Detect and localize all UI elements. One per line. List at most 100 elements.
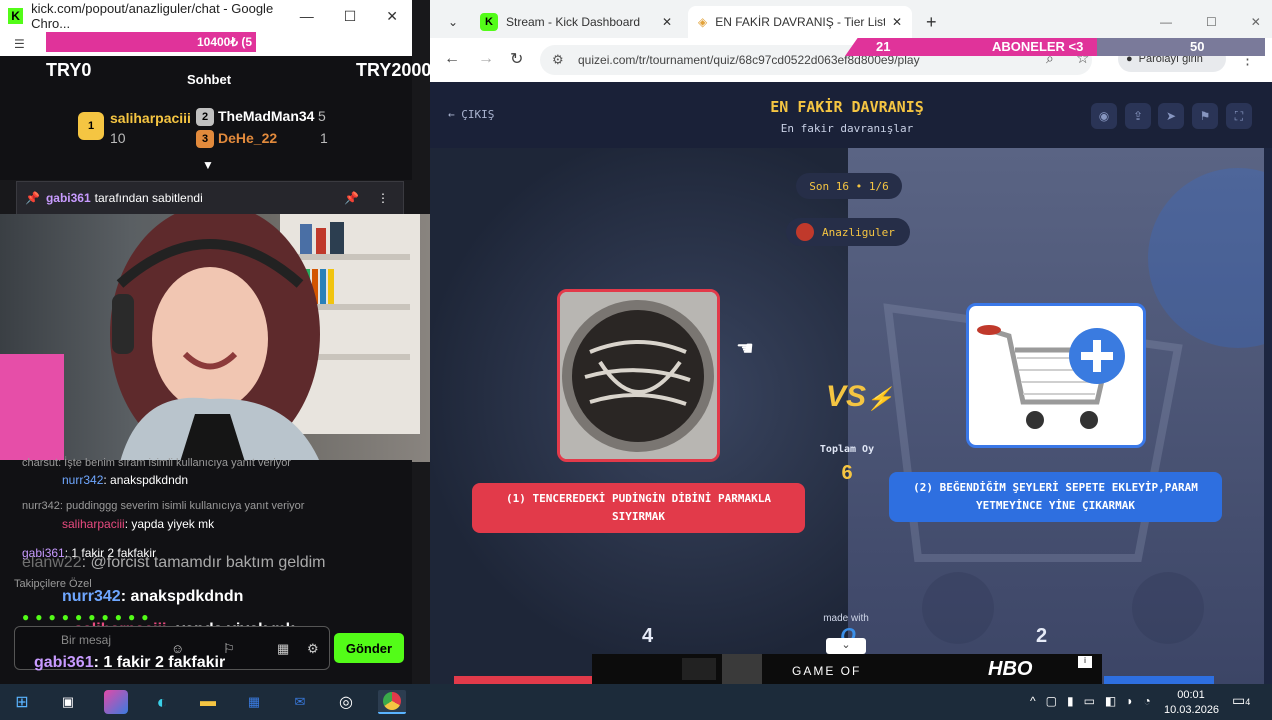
maximize-button[interactable]: ☐ (1206, 15, 1217, 29)
back-arrow-icon[interactable]: ← (444, 50, 460, 68)
window-controls: — ☐ ✕ (1150, 6, 1270, 38)
creator-name: Anazliguler (822, 225, 895, 239)
tab-close-icon[interactable]: ✕ (662, 15, 682, 29)
donation-progress-text: 10400₺ (5 (196, 35, 252, 49)
chat-text: : 1 fakir 2 fakfakir (93, 654, 226, 671)
system-clock[interactable]: 00:01 10.03.2026 (1164, 688, 1220, 718)
start-windows-icon[interactable]: ⊞ (10, 690, 34, 714)
leader-name[interactable]: TheMadMan34 (218, 108, 314, 124)
browser-tab-bar: ⌄ K Stream - Kick Dashboard ✕ ◈ EN FAKİR… (430, 0, 1272, 38)
chat-username: nurr342 (62, 588, 121, 605)
rank-badge-icon: 1 (78, 112, 104, 140)
leader-count: 10 (110, 130, 126, 146)
chrome-icon[interactable] (378, 690, 406, 714)
ad-info-icon[interactable]: i (1078, 656, 1092, 668)
creator-chip[interactable]: Anazliguler (786, 218, 910, 246)
outlook-icon[interactable]: ✉ (288, 690, 312, 714)
leader-count: 1 (320, 130, 328, 146)
option1-vote-bar (454, 676, 592, 684)
made-with-label: made with (823, 613, 869, 624)
hbo-logo: HBO (988, 658, 1033, 680)
site-settings-icon[interactable]: ☰ (14, 37, 25, 51)
vs-label: VS (826, 380, 867, 413)
chat-username[interactable]: nurr342 (62, 473, 103, 487)
fullscreen-icon[interactable]: ⛶ (1226, 103, 1252, 129)
task-view-icon[interactable]: ▣ (56, 690, 80, 714)
overlay-chat-message: gabi361: 1 fakir 2 fakfakir (34, 654, 225, 672)
rank-badge-icon: 3 (196, 130, 214, 148)
option2-vote-bar (1104, 676, 1214, 684)
close-button[interactable]: ✕ (1251, 15, 1261, 29)
option2-button[interactable]: (2) BEĞENDİĞİM ŞEYLERİ SEPETE EKLEYİP,PA… (889, 472, 1222, 522)
overlay-chat-message: nurr342: anakspdkdndn (22, 588, 243, 606)
share-icon[interactable]: ⇪ (1125, 103, 1151, 129)
system-tray-icons[interactable]: ^▢▮▭◧◗◔ (1030, 694, 1161, 708)
goal-end-amount: TRY2000 (356, 60, 432, 80)
option2-image[interactable] (966, 303, 1146, 448)
quiz-favicon-icon: ◈ (698, 15, 708, 29)
creator-avatar (796, 223, 814, 241)
more-options-icon[interactable]: ⋮ (377, 191, 389, 205)
kick-logo-icon: K (8, 8, 24, 24)
reload-icon[interactable]: ↻ (510, 49, 523, 69)
overlay-chat-message: elanw22: @forcist tamamdır baktım geldim (22, 554, 325, 572)
goal-start-amount: TRY0 (46, 60, 92, 80)
clock-time: 00:01 (1177, 689, 1205, 701)
tab-quiz[interactable]: ◈ EN FAKİR DAVRANIŞ - Tier List ✕ (688, 6, 912, 38)
chat-text: : anakspdkdndn (103, 473, 189, 487)
ad-banner[interactable]: GAME OF HBO i (592, 654, 1102, 684)
chat-reply-context: charsut: İşte benim sıram isimli kullanı… (22, 457, 291, 469)
tab-label: EN FAKİR DAVRANIŞ - Tier List (715, 15, 886, 29)
chat-username: gabi361 (34, 654, 94, 671)
site-info-icon[interactable]: ⚙ (552, 52, 564, 68)
cursor-hand-icon: ☚ (736, 338, 754, 360)
copilot-icon[interactable] (104, 690, 128, 714)
chat-message: saliharpaciii: yapda yiyek mk (22, 517, 214, 531)
option2-votes: 2 (1036, 625, 1048, 647)
vs-badge: VS⚡ (826, 380, 893, 414)
option1-button[interactable]: (1) TENCEREDEKİ PUDİNGİN DİBİNİ PARMAKLA… (472, 483, 805, 533)
minimize-button[interactable]: — (300, 8, 314, 25)
close-button[interactable]: ✕ (386, 8, 398, 25)
leader-name[interactable]: saliharpaciii (110, 110, 191, 126)
settings-gear-icon[interactable]: ⚙ (307, 641, 319, 657)
store-icon[interactable]: ▦ (277, 641, 289, 657)
store-icon[interactable]: ▦ (242, 690, 266, 714)
forward-arrow-icon[interactable]: → (478, 50, 494, 68)
chat-text: : anakspdkdndn (120, 588, 244, 605)
chat-header: Sohbet (187, 72, 232, 87)
maximize-button[interactable]: ☐ (344, 8, 357, 25)
minimize-button[interactable]: — (1160, 15, 1172, 29)
rank-badge-icon: 2 (196, 108, 214, 126)
leader-count: 5 (318, 108, 326, 124)
sub-goal-target: 50 (1190, 39, 1205, 54)
ad-collapse-chevron-icon[interactable]: ⌄ (826, 638, 866, 654)
option1-image[interactable] (557, 289, 720, 462)
pinned-text: tarafından sabitlendi (94, 191, 203, 205)
pin-icon: 📌 (25, 191, 40, 205)
eye-icon[interactable]: ◉ (1091, 103, 1117, 129)
clock-date: 10.03.2026 (1164, 703, 1220, 716)
file-explorer-icon[interactable]: ▬ (196, 690, 220, 714)
chat-username[interactable]: saliharpaciii (62, 517, 125, 531)
pinned-by-user[interactable]: gabi361 (46, 191, 91, 205)
send-icon[interactable]: ➤ (1158, 103, 1184, 129)
tab-kick-dashboard[interactable]: K Stream - Kick Dashboard ✕ (470, 6, 682, 38)
total-votes-count: 6 (841, 462, 853, 484)
unpin-icon[interactable]: 📌 (344, 191, 359, 205)
expand-chevron-icon[interactable]: ▼ (202, 158, 214, 172)
edge-icon[interactable]: ◐ (150, 690, 174, 714)
chat-reply-context: nurr342: puddinggg severim isimli kullan… (22, 500, 305, 512)
notification-center-icon[interactable]: ▭4 (1232, 692, 1250, 709)
flag-icon[interactable]: ⚑ (1192, 103, 1218, 129)
chat-text: : @forcist tamamdır baktım geldim (81, 554, 326, 571)
lightning-icon: ⚡ (866, 386, 894, 411)
obs-icon[interactable]: ◎ (334, 690, 358, 714)
donation-progress-bar: 10400₺ (5 (46, 32, 256, 52)
send-button[interactable]: Gönder (334, 633, 404, 663)
leader-name[interactable]: DeHe_22 (218, 130, 277, 146)
tab-close-icon[interactable]: ✕ (892, 15, 912, 29)
new-tab-button[interactable]: + (916, 6, 946, 38)
tab-search-button[interactable]: ⌄ (438, 6, 468, 38)
popout-title: kick.com/popout/anazliguler/chat - Googl… (31, 1, 274, 31)
